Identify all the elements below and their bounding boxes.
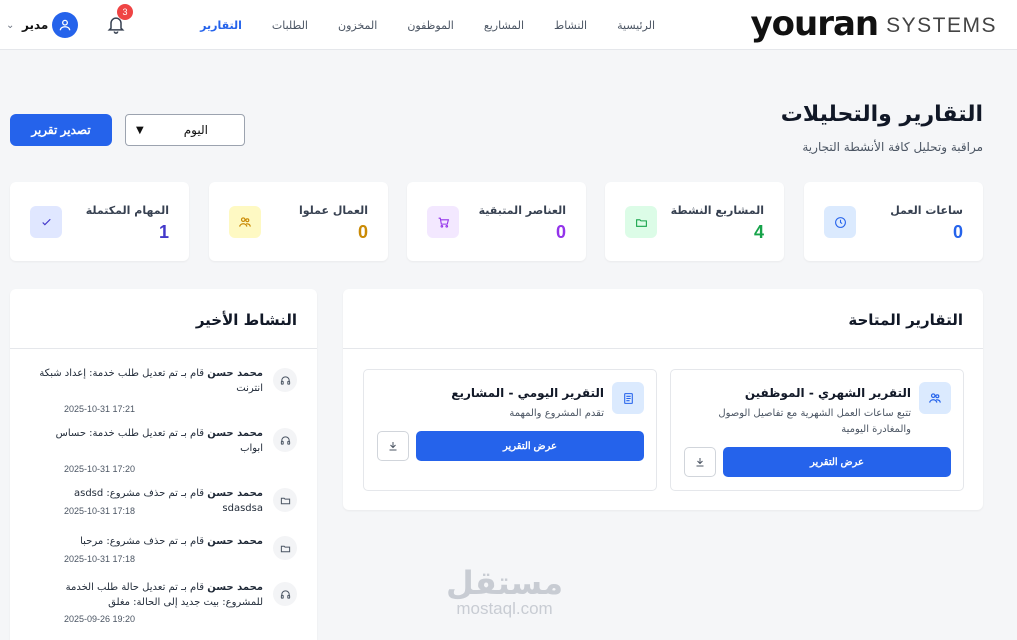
activity-text: محمد حسن قام بـ تم تعديل حالة طلب الخدمة… [33, 580, 263, 610]
stat-value: 0 [952, 222, 963, 242]
activity-list: محمد حسن قام بـ تم تعديل طلب خدمة: إعداد… [10, 360, 317, 634]
recent-activity-panel: النشاط الأخير محمد حسن قام بـ تم تعديل ط… [10, 289, 317, 640]
stat-card-workers: العمال عملوا 0 [209, 182, 388, 261]
report-card-monthly-employees: التقرير الشهري - الموظفين تتبع ساعات الع… [670, 369, 964, 491]
period-select-value: اليوم [183, 123, 208, 137]
panel-title: النشاط الأخير [195, 311, 297, 329]
activity-time: 2025-10-31 17:18 [64, 506, 136, 516]
report-title: التقرير الشهري - الموظفين [744, 386, 911, 400]
watermark-url: mostaql.com [456, 599, 553, 618]
stat-label: المشاريع النشطة [670, 204, 764, 217]
activity-user: محمد حسن [207, 428, 263, 439]
nav-projects[interactable]: المشاريع [484, 19, 524, 32]
download-icon [389, 442, 397, 451]
stat-label: العناصر المتبقية [478, 204, 566, 217]
logo-sub-text: SYSTEMS [886, 14, 997, 37]
top-bar: youran SYSTEMS الرئيسية النشاط المشاريع … [0, 0, 1017, 50]
nav-employees[interactable]: الموظفون [407, 19, 454, 32]
activity-item: محمد حسن قام بـ تم حذف مشروع: مرحبا 2025… [10, 528, 317, 574]
activity-text: محمد حسن قام بـ تم حذف مشروع: مرحبا [33, 534, 263, 549]
watermark: مستقل mostaql.com [446, 566, 563, 618]
panel-header: التقارير المتاحة [343, 289, 983, 349]
nav-home[interactable]: الرئيسية [617, 19, 655, 32]
activity-item: محمد حسن قام بـ تم حذف مشروع: asdsd sdas… [10, 480, 317, 528]
stat-label: العمال عملوا [298, 204, 368, 217]
activity-time: 2025-10-31 17:18 [64, 554, 136, 564]
activity-time: 2025-09-26 19:20 [64, 614, 136, 624]
download-button[interactable] [377, 431, 409, 461]
cart-icon [427, 206, 459, 238]
panel-header: النشاط الأخير [10, 289, 317, 349]
stat-card-work-hours: ساعات العمل 0 [804, 182, 983, 261]
activity-text: محمد حسن قام بـ تم تعديل طلب خدمة: حساس … [33, 426, 263, 456]
nav-orders[interactable]: الطلبات [272, 19, 308, 32]
watermark-arabic: مستقل [446, 564, 564, 602]
activity-user: محمد حسن [207, 488, 263, 499]
report-title: التقرير اليومي - المشاريع [451, 386, 604, 400]
download-icon [696, 458, 704, 467]
clock-icon [824, 206, 856, 238]
activity-user: محمد حسن [207, 582, 263, 593]
nav-reports[interactable]: التقارير [200, 19, 242, 32]
view-report-button[interactable]: عرض التقرير [416, 431, 644, 461]
stat-card-remaining-items: العناصر المتبقية 0 [407, 182, 586, 261]
activity-time: 2025-10-31 17:20 [64, 464, 136, 474]
report-description: تتبع ساعات العمل الشهرية مع تفاصيل الوصو… [718, 408, 911, 435]
available-reports-panel: التقارير المتاحة التقرير الشهري - الموظف… [343, 289, 983, 510]
headset-icon [273, 582, 297, 606]
stat-value: 4 [753, 222, 764, 242]
activity-user: محمد حسن [207, 536, 263, 547]
folder-icon [273, 536, 297, 560]
stat-card-active-projects: المشاريع النشطة 4 [605, 182, 784, 261]
activity-item: محمد حسن قام بـ تم تعديل طلب خدمة: حساس … [10, 420, 317, 480]
stat-value: 0 [555, 222, 566, 242]
folder-icon [273, 488, 297, 512]
main-nav: الرئيسية النشاط المشاريع الموظفون المخزو… [170, 0, 655, 50]
notification-badge: 3 [117, 4, 133, 20]
chevron-down-icon: ▼ [136, 124, 144, 136]
page-title: التقارير والتحليلات [780, 102, 983, 127]
document-icon [612, 382, 644, 414]
chevron-down-icon: ⌄ [6, 19, 15, 31]
stat-value: 1 [158, 222, 169, 242]
activity-text: محمد حسن قام بـ تم تعديل طلب خدمة: إعداد… [33, 366, 263, 396]
view-report-button[interactable]: عرض التقرير [723, 447, 951, 477]
export-report-button[interactable]: تصدير تقرير [10, 114, 112, 146]
user-icon [60, 19, 71, 31]
stat-card-completed-tasks: المهام المكتملة 1 [10, 182, 189, 261]
download-button[interactable] [684, 447, 716, 477]
logo-main-text: youran [750, 4, 879, 44]
report-description: تقدم المشروع والمهمة [509, 408, 604, 419]
folder-icon [625, 206, 657, 238]
activity-item: محمد حسن قام بـ تم تعديل طلب خدمة: إعداد… [10, 360, 317, 420]
headset-icon [273, 368, 297, 392]
page-subtitle: مراقبة وتحليل كافة الأنشطة التجارية [802, 140, 983, 154]
headset-icon [273, 428, 297, 452]
avatar [52, 12, 79, 38]
nav-inventory[interactable]: المخزون [338, 19, 377, 32]
users-icon [229, 206, 261, 238]
activity-user: محمد حسن [207, 368, 263, 379]
nav-activity[interactable]: النشاط [554, 19, 587, 32]
activity-item: محمد حسن قام بـ تم تعديل حالة طلب الخدمة… [10, 574, 317, 634]
brand-logo[interactable]: youran SYSTEMS [750, 2, 997, 46]
activity-desc: قام بـ تم حذف مشروع: مرحبا [80, 536, 205, 547]
activity-time: 2025-10-31 17:21 [64, 404, 136, 414]
user-menu[interactable]: ⌄ مدير [6, 12, 79, 38]
period-select[interactable]: ▼ اليوم [125, 114, 245, 146]
stat-value: 0 [357, 222, 368, 242]
report-card-daily-projects: التقرير اليومي - المشاريع تقدم المشروع و… [363, 369, 657, 491]
check-icon [30, 206, 62, 238]
user-name: مدير [22, 18, 49, 32]
panel-title: التقارير المتاحة [848, 311, 963, 329]
users-icon [919, 382, 951, 414]
stat-label: المهام المكتملة [85, 204, 169, 217]
stat-label: ساعات العمل [890, 204, 963, 217]
